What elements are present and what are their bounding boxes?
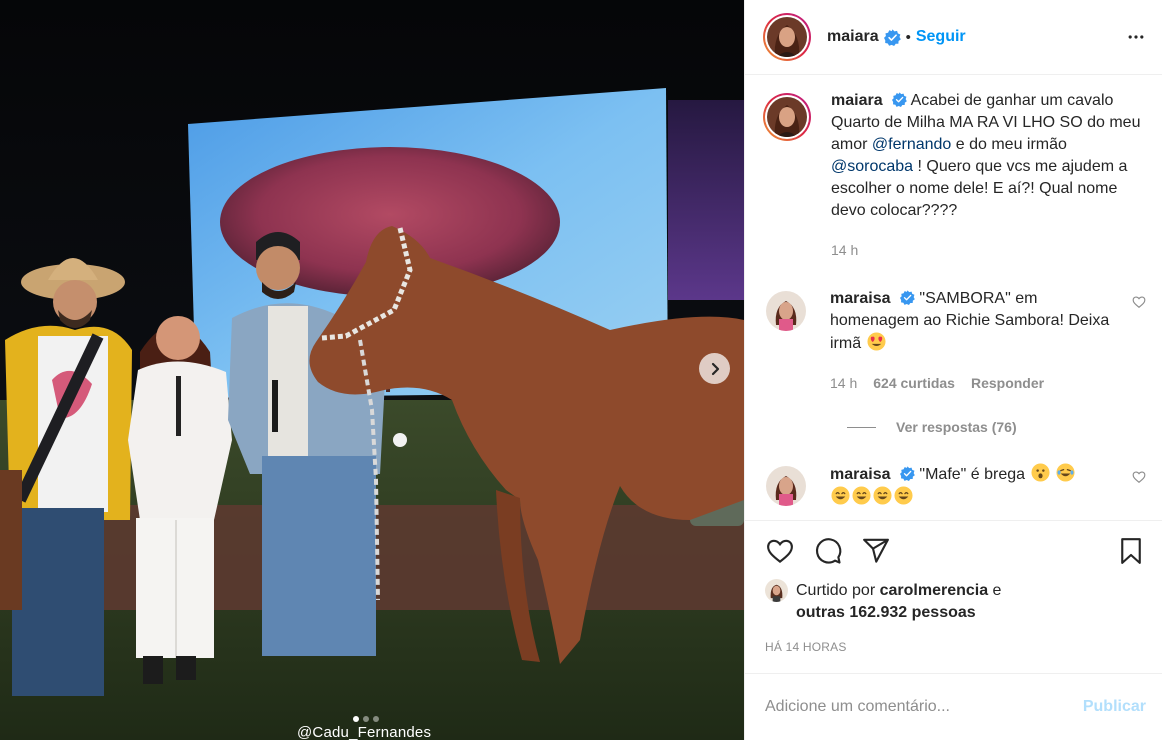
surprised-emoji — [1030, 463, 1050, 482]
caption-story-ring[interactable] — [763, 93, 811, 141]
header-separator: • — [905, 28, 911, 46]
laughing-emoji — [1056, 463, 1075, 482]
bookmark-icon — [1121, 537, 1141, 564]
post-photo: @Cadu_Fernandes — [0, 0, 744, 740]
avatar[interactable] — [766, 291, 806, 331]
comment-item: maraisa "Mafe" é brega — [763, 463, 1146, 509]
comment-timestamp[interactable]: 14 h — [830, 372, 857, 394]
post-modal: @Cadu_Fernandes maiara • Seguir maiara A… — [0, 0, 1162, 740]
comment-input[interactable] — [765, 698, 1083, 716]
comment-likes-count[interactable]: 624 curtidas — [873, 372, 955, 394]
avatar — [767, 97, 807, 137]
carousel-dot[interactable] — [373, 716, 379, 722]
follow-button[interactable]: Seguir — [916, 28, 966, 46]
liker-username[interactable]: carolmerencia — [880, 582, 989, 599]
story-ring[interactable] — [763, 13, 811, 61]
comment-button[interactable] — [813, 536, 843, 566]
verified-badge-icon — [892, 92, 907, 107]
grinning-emoji — [873, 486, 892, 505]
comment-item: maraisa "SAMBORA" em homenagem ao Richie… — [763, 289, 1146, 394]
avatar — [767, 17, 807, 57]
heart-outline-icon — [1132, 471, 1146, 483]
caption-text: e do meu irmão — [951, 136, 1067, 153]
post-header: maiara • Seguir — [745, 0, 1162, 75]
mention-link[interactable]: @sorocaba — [831, 158, 913, 175]
caption-username[interactable]: maiara — [831, 92, 883, 109]
verified-badge-icon — [883, 28, 901, 46]
avatar[interactable] — [766, 466, 806, 506]
carousel-next-button[interactable] — [699, 353, 730, 384]
post-time-ago[interactable]: HÁ 14 HORAS — [745, 624, 1162, 654]
comment-username[interactable]: maraisa — [830, 290, 891, 307]
verified-badge-icon — [899, 466, 915, 481]
like-comment-button[interactable] — [1128, 464, 1146, 509]
likes-others[interactable]: outras 162.932 pessoas — [796, 604, 976, 621]
heart-outline-icon — [1132, 296, 1146, 308]
grinning-emoji — [852, 486, 871, 505]
carousel-dot[interactable] — [363, 716, 369, 722]
carousel-dots — [353, 716, 379, 722]
comment-bubble-icon — [815, 537, 842, 564]
chevron-right-icon — [711, 362, 719, 375]
reply-button[interactable]: Responder — [971, 372, 1044, 394]
caption: maiara Acabei de ganhar um cavalo Quarto… — [763, 92, 1146, 261]
post-author-username[interactable]: maiara — [827, 28, 879, 46]
save-button[interactable] — [1116, 536, 1146, 566]
comment-text: "Mafe" é brega — [919, 466, 1026, 483]
more-options-icon[interactable] — [1126, 27, 1146, 47]
comments-list: maiara Acabei de ganhar um cavalo Quarto… — [745, 75, 1162, 520]
photo-credit: @Cadu_Fernandes — [297, 724, 432, 740]
post-side-panel: maiara • Seguir maiara Acabei de ganhar … — [744, 0, 1162, 740]
like-comment-button[interactable] — [1128, 289, 1146, 394]
likes-summary: Curtido por carolmerencia e outras 162.9… — [745, 579, 1162, 624]
add-comment-bar: Publicar — [745, 673, 1162, 740]
share-button[interactable] — [861, 536, 891, 566]
verified-badge-icon — [899, 290, 915, 305]
heart-icon — [767, 539, 793, 563]
view-replies-label: Ver respostas (76) — [896, 419, 1017, 435]
photo-scene — [0, 0, 744, 740]
like-button[interactable] — [765, 536, 795, 566]
heart-eyes-emoji — [867, 332, 886, 351]
grinning-emoji — [831, 486, 850, 505]
carousel-dot[interactable] — [353, 716, 359, 722]
replies-divider — [847, 426, 876, 428]
comment-username[interactable]: maraisa — [830, 466, 891, 483]
publish-button[interactable]: Publicar — [1083, 698, 1146, 716]
likes-conj: e — [988, 582, 1002, 599]
caption-timestamp[interactable]: 14 h — [831, 239, 858, 261]
avatar[interactable] — [765, 579, 788, 602]
post-actions — [745, 520, 1162, 580]
view-replies-button[interactable]: Ver respostas (76) — [847, 419, 1146, 435]
mention-link[interactable]: @fernando — [872, 136, 951, 153]
grinning-emoji — [894, 486, 913, 505]
paper-plane-icon — [863, 538, 889, 563]
likes-prefix: Curtido por — [796, 582, 880, 599]
